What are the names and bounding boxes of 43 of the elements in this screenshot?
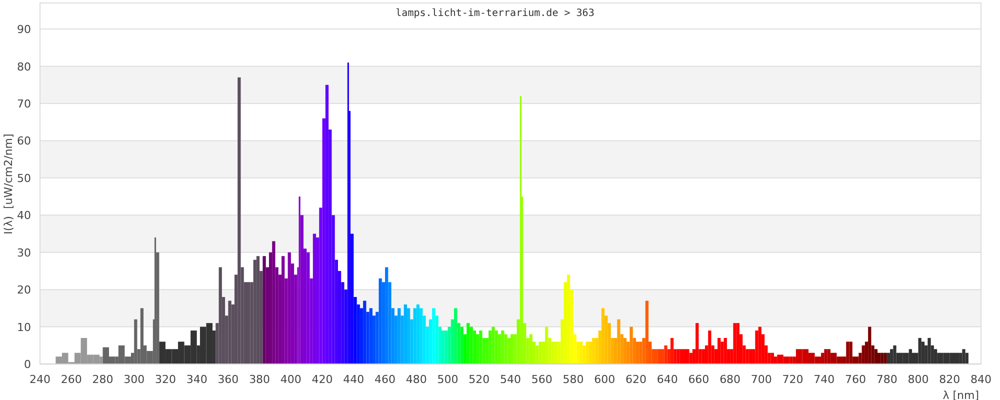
axis-tick-label: 620 [625, 373, 646, 386]
axis-tick-label: 360 [218, 373, 239, 386]
axis-tick-label: 480 [406, 373, 427, 386]
axis-tick-label: 780 [876, 373, 898, 386]
axis-tick-label: 40 [17, 209, 31, 222]
axis-tick-label: 380 [249, 373, 270, 386]
axis-tick-label: 800 [908, 373, 929, 386]
axis-tick-label: 30 [17, 246, 31, 260]
axis-tick-label: 820 [939, 373, 960, 386]
axis-tick-label: 840 [970, 373, 992, 386]
axis-tick-label: 700 [750, 373, 772, 386]
axis-tick-label: 660 [688, 373, 710, 386]
axis-tick-label: 240 [30, 373, 50, 386]
axis-tick-label: 260 [60, 373, 82, 386]
chart-title: lamps.licht-im-terrarium.de > 363 [396, 8, 594, 19]
axis-tick-label: 460 [374, 373, 396, 386]
axis-tick-label: 720 [782, 373, 804, 386]
axis-tick-label: 440 [343, 373, 364, 386]
axis-tick-label: 50 [17, 172, 31, 185]
axis-tick-label: 600 [594, 373, 616, 386]
axis-tick-label: 400 [280, 373, 302, 386]
axis-tick-label: 340 [186, 373, 208, 386]
axis-tick-label: 420 [312, 373, 333, 386]
axis-tick-label: 760 [845, 373, 866, 386]
axis-tick-label: 520 [468, 373, 490, 386]
axis-tick-label: 70 [17, 97, 31, 110]
axis-tick-label: 580 [562, 373, 584, 386]
axis-tick-label: 320 [154, 373, 176, 386]
axis-tick-label: 680 [720, 373, 741, 386]
axis-tick-label: 560 [531, 373, 552, 386]
axis-tick-label: 640 [656, 373, 678, 386]
axis-tick-label: 90 [17, 23, 31, 36]
axis-tick-label: 80 [17, 60, 31, 74]
axis-tick-label: 0 [24, 358, 31, 371]
axis-tick-label: 500 [437, 373, 458, 386]
axis-tick-label: 280 [92, 373, 114, 386]
axis-tick-label: 60 [17, 134, 31, 148]
axis-tick-label: 10 [17, 320, 31, 334]
axis-tick-label: 740 [814, 373, 835, 386]
axis-tick-label: 300 [124, 373, 145, 386]
axis-tick-label: 540 [500, 373, 521, 386]
axis-tick-label: 20 [17, 284, 31, 297]
y-axis-label: I(λ) [uW/cm2/nm] [2, 134, 15, 234]
